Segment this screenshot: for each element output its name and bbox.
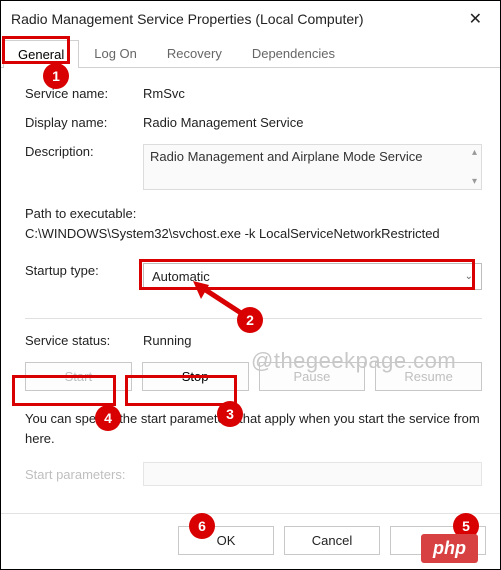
service-status-value: Running [143, 333, 482, 348]
tab-log-on[interactable]: Log On [79, 39, 152, 67]
startup-type-value: Automatic [152, 269, 210, 284]
service-name-value: RmSvc [143, 86, 482, 101]
startup-type-select[interactable]: Automatic ⌄ [143, 263, 482, 290]
start-parameters-input[interactable] [143, 462, 482, 486]
display-name-value: Radio Management Service [143, 115, 482, 130]
hint-text: You can specify the start parameters tha… [25, 409, 482, 448]
tab-general[interactable]: General [3, 40, 79, 68]
tab-recovery[interactable]: Recovery [152, 39, 237, 67]
tab-dependencies[interactable]: Dependencies [237, 39, 350, 67]
description-box: Radio Management and Airplane Mode Servi… [143, 144, 482, 190]
startup-type-label: Startup type: [25, 263, 143, 278]
title-bar: Radio Management Service Properties (Loc… [1, 1, 500, 37]
window-title: Radio Management Service Properties (Loc… [11, 11, 364, 27]
stop-button[interactable]: Stop [142, 362, 249, 391]
path-value: C:\WINDOWS\System32\svchost.exe -k Local… [25, 224, 482, 244]
description-text: Radio Management and Airplane Mode Servi… [150, 149, 422, 164]
apply-button[interactable]: Apply [390, 526, 486, 555]
scroll-up-icon[interactable]: ▴ [472, 147, 477, 158]
close-icon[interactable]: ✕ [461, 9, 490, 29]
chevron-down-icon: ⌄ [465, 271, 473, 282]
tab-strip: General Log On Recovery Dependencies [1, 39, 500, 68]
display-name-label: Display name: [25, 115, 143, 130]
start-parameters-label: Start parameters: [25, 467, 143, 482]
scroll-down-icon[interactable]: ▾ [472, 176, 477, 187]
dialog-button-bar: OK Cancel Apply [1, 513, 500, 569]
service-control-buttons: Start Stop Pause Resume [25, 362, 482, 391]
service-name-label: Service name: [25, 86, 143, 101]
cancel-button[interactable]: Cancel [284, 526, 380, 555]
divider [25, 318, 482, 319]
start-button[interactable]: Start [25, 362, 132, 391]
service-status-label: Service status: [25, 333, 143, 348]
resume-button[interactable]: Resume [375, 362, 482, 391]
description-label: Description: [25, 144, 143, 159]
pause-button[interactable]: Pause [259, 362, 366, 391]
general-panel: Service name: RmSvc Display name: Radio … [1, 68, 500, 490]
path-label: Path to executable: [25, 204, 482, 224]
ok-button[interactable]: OK [178, 526, 274, 555]
